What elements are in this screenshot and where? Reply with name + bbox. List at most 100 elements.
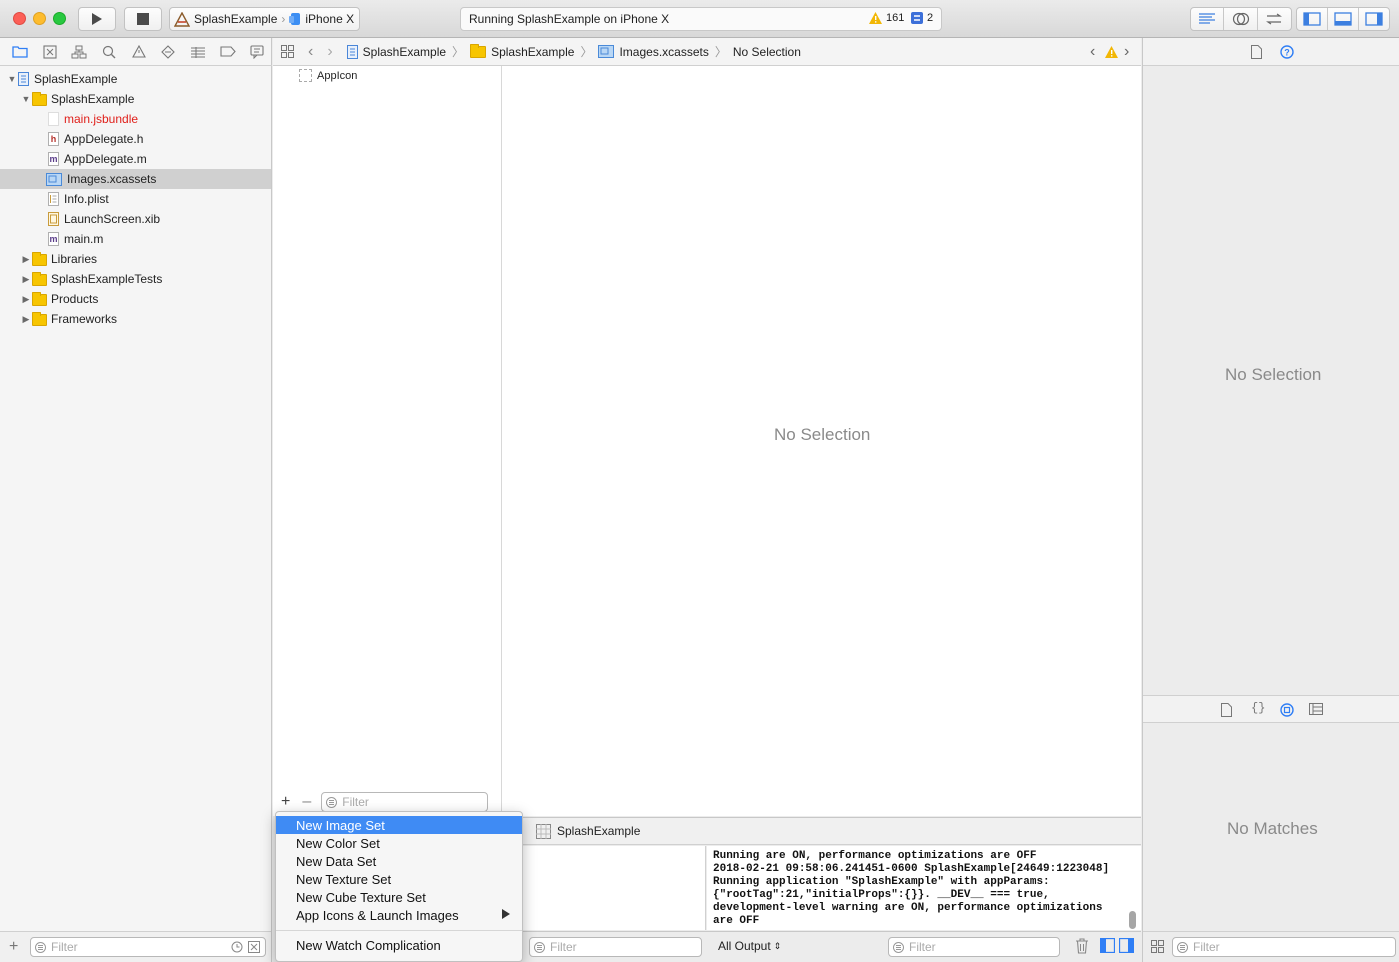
warning-icon[interactable] — [1105, 46, 1118, 58]
tree-item-splashexample[interactable]: ▼ SplashExample — [0, 69, 271, 89]
tree-item-appdelegate-h[interactable]: h AppDelegate.h — [0, 129, 271, 149]
object-library-icon[interactable] — [1280, 703, 1294, 717]
file-inspector-icon[interactable] — [1251, 45, 1262, 59]
version-editor-button[interactable] — [1258, 8, 1291, 30]
grid-view-icon[interactable] — [1151, 940, 1164, 953]
back-arrow-icon[interactable]: ‹ — [308, 43, 313, 61]
toggle-inspector-button[interactable] — [1359, 8, 1389, 30]
media-library-icon[interactable] — [1309, 703, 1323, 715]
library-filter-field[interactable]: Filter — [1172, 937, 1396, 957]
folder-icon — [470, 43, 487, 58]
scm-filter-icon[interactable] — [248, 941, 260, 953]
tree-item-products[interactable]: ▶ Products — [0, 289, 271, 309]
file-template-icon[interactable] — [1221, 703, 1232, 717]
debug-target-label[interactable]: SplashExample — [557, 824, 640, 838]
navigator-filter-field[interactable]: Filter — [30, 937, 266, 957]
tree-item-libraries[interactable]: ▶ Libraries — [0, 249, 271, 269]
scheme-device-label: iPhone X — [305, 12, 355, 26]
disclosure-expanded-icon[interactable]: ▼ — [6, 69, 18, 89]
breadcrumb-item-project[interactable]: SplashExample — [363, 45, 446, 59]
standard-editor-button[interactable] — [1191, 8, 1225, 30]
tree-item-frameworks[interactable]: ▶ Frameworks — [0, 309, 271, 329]
show-variables-toggle-icon[interactable] — [1100, 938, 1115, 953]
menu-item-app-icons-launch-images[interactable]: App Icons & Launch Images — [276, 906, 522, 924]
breadcrumb-item-selection[interactable]: No Selection — [733, 45, 801, 59]
filter-icon — [893, 941, 904, 953]
disclosure-expanded-icon[interactable]: ▼ — [20, 89, 32, 109]
objc-file-icon: m — [48, 232, 59, 246]
menu-item-label: New Texture Set — [296, 871, 392, 887]
jump-bar: ‹ › SplashExample 〉 SplashExample 〉 Imag… — [273, 38, 1141, 66]
disclosure-collapsed-icon[interactable]: ▶ — [20, 289, 32, 309]
output-selector[interactable]: All Output ⇕ — [718, 939, 781, 953]
assistant-editor-button[interactable] — [1224, 8, 1258, 30]
tree-item-appdelegate-m[interactable]: m AppDelegate.m — [0, 149, 271, 169]
menu-item-new-watch-complication[interactable]: New Watch Complication — [276, 936, 522, 954]
debug-navigator-tab[interactable] — [183, 42, 213, 62]
show-console-toggle-icon[interactable] — [1119, 938, 1134, 953]
warnings-badge[interactable]: 161 — [869, 12, 904, 24]
tree-item-images-xcassets[interactable]: Images.xcassets — [0, 169, 271, 189]
recent-files-clock-icon[interactable] — [231, 941, 243, 953]
toggle-debug-area-button[interactable] — [1328, 8, 1359, 30]
run-button[interactable] — [78, 7, 116, 31]
asset-item-appicon[interactable]: AppIcon — [299, 69, 357, 82]
add-asset-menu: New Image Set New Color Set New Data Set… — [275, 811, 523, 962]
related-items-grid-icon[interactable] — [281, 45, 294, 58]
menu-item-new-data-set[interactable]: New Data Set — [276, 852, 522, 870]
scheme-selector[interactable]: SplashExample › iPhone X — [169, 7, 360, 31]
close-window-button[interactable] — [13, 12, 26, 25]
file-icon — [48, 112, 59, 126]
console-filter-field[interactable]: Filter — [888, 937, 1060, 957]
project-navigator-tab[interactable] — [5, 42, 35, 62]
clear-console-trash-icon[interactable] — [1075, 938, 1089, 954]
menu-item-new-image-set[interactable]: New Image Set — [276, 816, 522, 834]
breadcrumb-item-catalog[interactable]: Images.xcassets — [619, 45, 708, 59]
add-asset-button[interactable]: + — [281, 793, 290, 811]
source-control-tab[interactable] — [35, 42, 65, 62]
tree-item-splashexampletests[interactable]: ▶ SplashExampleTests — [0, 269, 271, 289]
quick-help-icon[interactable]: ? — [1280, 45, 1294, 59]
issue-navigator-tab[interactable] — [124, 42, 154, 62]
disclosure-collapsed-icon[interactable]: ▶ — [20, 249, 32, 269]
menu-item-new-texture-set[interactable]: New Texture Set — [276, 870, 522, 888]
remove-asset-button[interactable]: – — [302, 793, 311, 811]
stop-button[interactable] — [124, 7, 162, 31]
forward-arrow-icon[interactable]: › — [327, 43, 332, 61]
breakpoint-navigator-tab[interactable] — [213, 42, 243, 62]
menu-item-new-color-set[interactable]: New Color Set — [276, 834, 522, 852]
tree-item-main-m[interactable]: m main.m — [0, 229, 271, 249]
filter-icon — [35, 941, 46, 953]
zoom-window-button[interactable] — [53, 12, 66, 25]
disclosure-collapsed-icon[interactable]: ▶ — [20, 309, 32, 329]
previous-issue-icon[interactable]: ‹ — [1090, 43, 1095, 61]
add-file-button[interactable]: + — [9, 938, 18, 956]
next-issue-icon[interactable]: › — [1124, 43, 1129, 61]
tree-item-splashexample[interactable]: ▼ SplashExample — [0, 89, 271, 109]
code-snippet-icon[interactable]: {} — [1251, 701, 1265, 715]
tree-item-launchscreen-xib[interactable]: LaunchScreen.xib — [0, 209, 271, 229]
tree-item-label: main.m — [64, 232, 104, 246]
breadcrumb-item-group[interactable]: SplashExample — [491, 45, 574, 59]
menu-item-new-cube-texture-set[interactable]: New Cube Texture Set — [276, 888, 522, 906]
project-navigator: ▼ SplashExample ▼ SplashExample main.jsbundl… — [0, 38, 272, 962]
library-bottom-bar: Filter — [1143, 931, 1399, 962]
issues-badge[interactable]: 2 — [911, 12, 933, 24]
variables-filter-field[interactable]: Filter — [529, 937, 702, 957]
tree-item-label: Info.plist — [64, 192, 109, 206]
tree-item-label: Images.xcassets — [67, 172, 157, 186]
symbol-navigator-tab[interactable] — [64, 42, 94, 62]
toggle-navigator-button[interactable] — [1297, 8, 1328, 30]
disclosure-collapsed-icon[interactable]: ▶ — [20, 269, 32, 289]
tree-item-info-plist[interactable]: Info.plist — [0, 189, 271, 209]
test-navigator-tab[interactable] — [153, 42, 183, 62]
tree-item-main-jsbundle[interactable]: main.jsbundle — [0, 109, 271, 129]
console-output[interactable]: Running are ON, performance optimization… — [707, 846, 1141, 930]
console-scrollbar[interactable] — [1129, 911, 1136, 929]
minimize-window-button[interactable] — [33, 12, 46, 25]
find-navigator-tab[interactable] — [94, 42, 124, 62]
app-icon-placeholder-icon — [299, 69, 312, 82]
asset-filter-field[interactable]: Filter — [321, 792, 489, 812]
report-navigator-tab[interactable] — [242, 42, 272, 62]
